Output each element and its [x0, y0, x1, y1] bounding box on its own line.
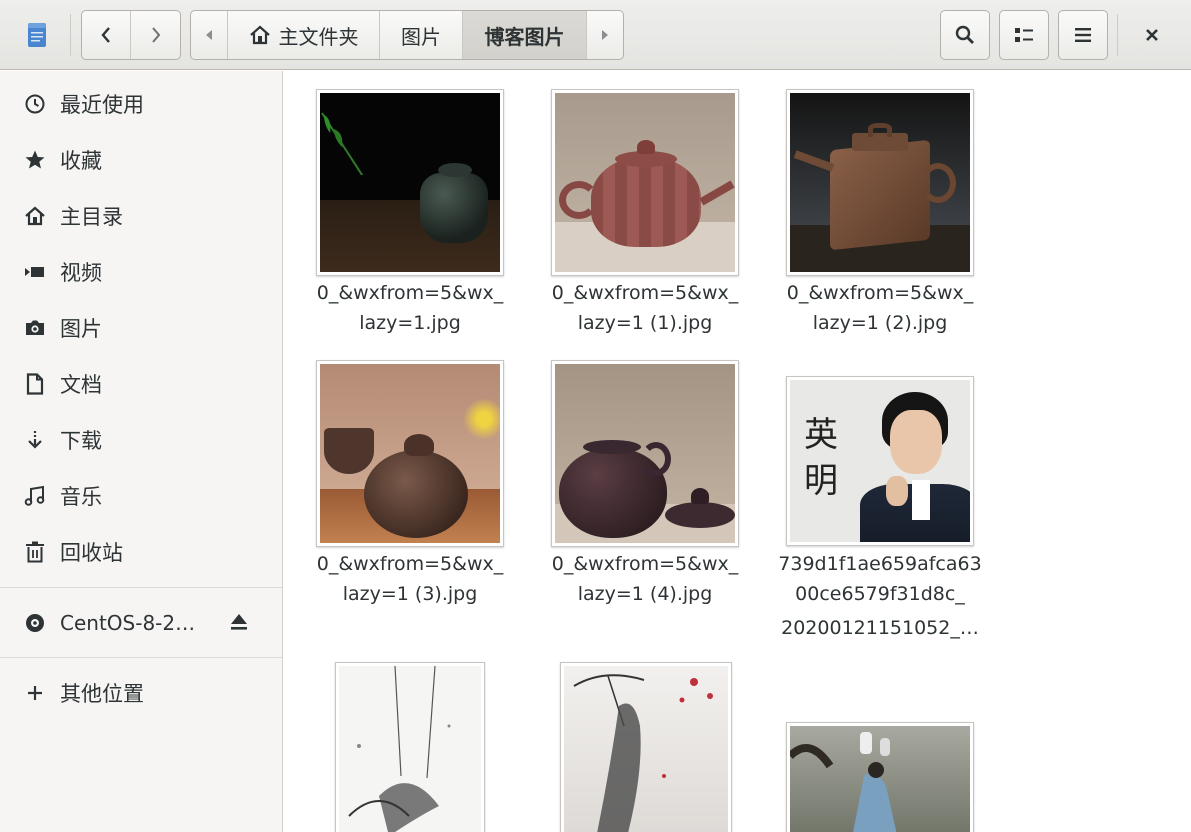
file-name[interactable]: 0_&wxfrom=5&wx_ lazy=1 (4).jpg	[540, 549, 750, 609]
sidebar-item-label: 音乐	[60, 485, 102, 509]
sidebar: 最近使用 收藏 主目录 视频 图片 文档 下载 音乐 回收站 CentOS-8-…	[0, 71, 283, 832]
file-name[interactable]: 0_&wxfrom=5&wx_ lazy=1 (3).jpg	[305, 549, 515, 609]
header-separator	[70, 14, 71, 56]
path-scroll-right-button[interactable]	[587, 11, 623, 59]
file-name[interactable]: 739d1f1ae659afca63 00ce6579f31d8c_ 20200…	[770, 549, 990, 643]
file-thumbnail[interactable]	[560, 662, 732, 832]
sidebar-item-label: 主目录	[60, 205, 123, 229]
sidebar-item-other-locations[interactable]: 其他位置	[0, 668, 282, 718]
sidebar-item-documents[interactable]: 文档	[0, 359, 282, 409]
sidebar-item-home[interactable]: 主目录	[0, 191, 282, 241]
menu-button[interactable]	[1058, 10, 1108, 60]
view-toggle-button[interactable]	[999, 10, 1049, 60]
back-button[interactable]	[82, 11, 132, 59]
file-name[interactable]: 0_&wxfrom=5&wx_ lazy=1 (1).jpg	[540, 278, 750, 338]
forward-button[interactable]	[131, 11, 180, 59]
chevron-right-icon	[151, 27, 160, 43]
sidebar-separator	[0, 587, 282, 588]
path-home-button[interactable]: 主文件夹	[228, 11, 380, 59]
file-thumbnail[interactable]	[316, 360, 504, 547]
path-pictures-button[interactable]: 图片	[380, 11, 463, 59]
sidebar-item-label: 最近使用	[60, 93, 144, 117]
path-scroll-left-button[interactable]	[191, 11, 228, 59]
sidebar-item-label: CentOS-8-2…	[60, 611, 196, 635]
file-thumbnail[interactable]	[335, 662, 485, 832]
close-icon	[1146, 29, 1158, 41]
header-bar: 主文件夹 图片 博客图片	[0, 0, 1191, 70]
thumbnail-text: 英	[804, 415, 838, 455]
hamburger-menu-icon	[1075, 28, 1091, 42]
download-icon	[22, 428, 48, 452]
file-thumbnail[interactable]: 英 明	[786, 376, 974, 546]
home-icon	[22, 204, 48, 228]
path-bar: 主文件夹 图片 博客图片	[190, 10, 624, 60]
file-thumbnail[interactable]	[786, 722, 974, 832]
file-thumbnail[interactable]	[551, 89, 739, 276]
search-button[interactable]	[940, 10, 990, 60]
sidebar-item-music[interactable]: 音乐	[0, 471, 282, 521]
caret-left-icon	[206, 30, 212, 40]
list-view-icon	[1015, 28, 1033, 42]
file-grid: 0_&wxfrom=5&wx_ lazy=1.jpg 0_&wxfrom=5&w…	[284, 71, 1191, 832]
clock-icon	[22, 92, 48, 116]
trash-icon	[22, 540, 48, 564]
path-blog-images-label: 博客图片	[484, 24, 565, 49]
sidebar-item-label: 视频	[60, 261, 102, 285]
home-icon	[249, 25, 270, 45]
disc-icon	[22, 611, 48, 635]
sidebar-item-recent[interactable]: 最近使用	[0, 79, 282, 129]
nav-button-group	[81, 10, 181, 60]
file-name[interactable]: 0_&wxfrom=5&wx_ lazy=1.jpg	[305, 278, 515, 338]
search-icon	[955, 25, 974, 44]
music-icon	[22, 484, 48, 508]
sidebar-item-label: 收藏	[60, 149, 102, 173]
path-blog-images-button[interactable]: 博客图片	[463, 11, 587, 59]
sidebar-item-label: 下载	[60, 429, 102, 453]
path-home-label: 主文件夹	[278, 24, 359, 49]
file-thumbnail[interactable]	[551, 360, 739, 547]
path-pictures-label: 图片	[401, 24, 441, 49]
star-icon	[22, 148, 48, 172]
sidebar-item-label: 回收站	[60, 541, 123, 565]
chevron-left-icon	[101, 27, 110, 43]
sidebar-item-label: 其他位置	[60, 682, 144, 706]
sidebar-item-downloads[interactable]: 下载	[0, 415, 282, 465]
sidebar-item-pictures[interactable]: 图片	[0, 303, 282, 353]
file-thumbnail[interactable]	[316, 89, 504, 276]
sidebar-item-device[interactable]: CentOS-8-2…	[0, 598, 282, 648]
thumbnail-text: 明	[804, 461, 838, 501]
sidebar-separator	[0, 657, 282, 658]
video-icon	[22, 260, 48, 284]
file-name[interactable]: 0_&wxfrom=5&wx_ lazy=1 (2).jpg	[775, 278, 985, 338]
camera-icon	[22, 316, 48, 340]
caret-right-icon	[602, 30, 608, 40]
sidebar-item-starred[interactable]: 收藏	[0, 135, 282, 185]
sidebar-item-label: 图片	[60, 317, 102, 341]
header-separator	[1117, 14, 1118, 56]
sidebar-item-trash[interactable]: 回收站	[0, 527, 282, 577]
file-thumbnail[interactable]	[786, 89, 974, 276]
plus-icon	[22, 681, 48, 705]
close-window-button[interactable]	[1130, 15, 1174, 55]
document-icon	[22, 372, 48, 396]
files-app-icon	[28, 23, 46, 47]
sidebar-item-videos[interactable]: 视频	[0, 247, 282, 297]
sidebar-item-label: 文档	[60, 373, 102, 397]
eject-icon[interactable]	[228, 611, 250, 637]
